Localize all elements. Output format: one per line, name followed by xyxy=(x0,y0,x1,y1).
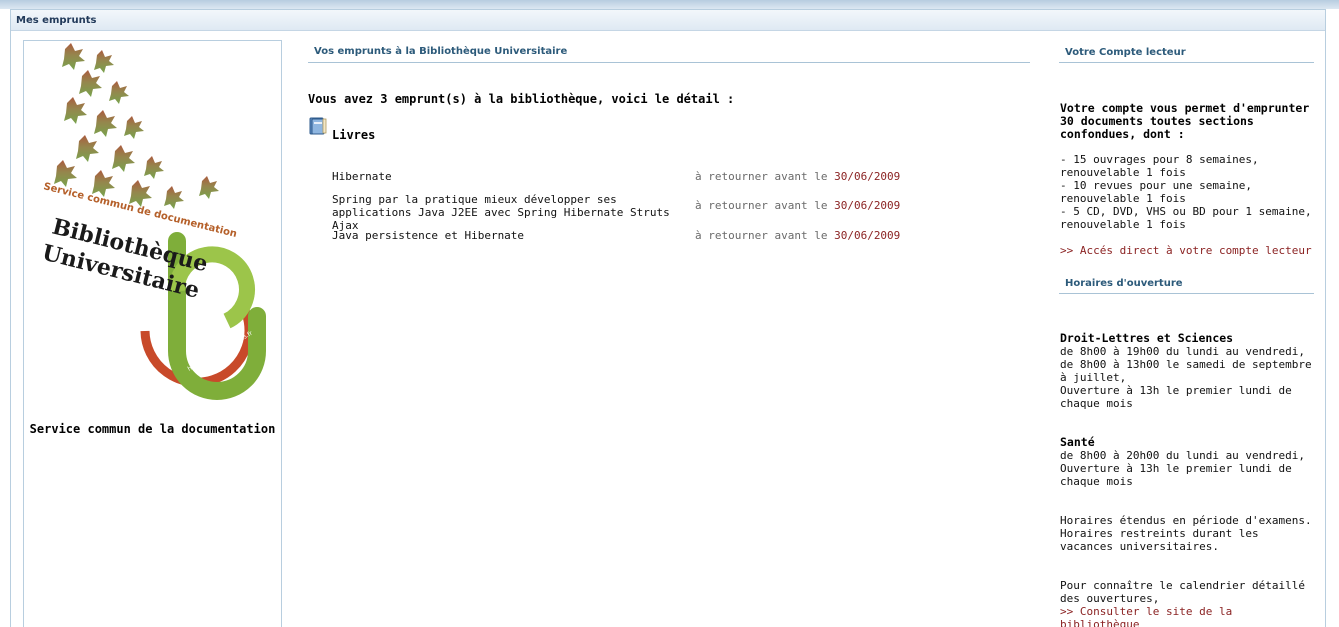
account-panel: Votre Compte lecteur Votre compte vous p… xyxy=(1059,40,1314,627)
loan-due-date: 30/06/2009 xyxy=(834,199,901,212)
hours-note: Horaires étendus en période d'examens. xyxy=(1060,514,1312,527)
loan-title: Hibernate xyxy=(332,170,392,183)
category-label: Livres xyxy=(332,128,376,142)
loan-due: à retourner avant le 30/06/2009 xyxy=(695,170,901,183)
loans-section-title: Vos emprunts à la Bibliothèque Universit… xyxy=(308,40,1030,63)
loans-panel: Vos emprunts à la Bibliothèque Universit… xyxy=(308,40,1030,242)
account-section-title: Votre Compte lecteur xyxy=(1059,40,1314,63)
hours-line: de 8h00 à 20h00 du lundi au vendredi, xyxy=(1060,449,1306,462)
calendar-text: Pour connaître le calendrier détaillé de… xyxy=(1060,579,1306,605)
account-rule: - 10 revues pour une semaine, renouvelab… xyxy=(1060,179,1253,205)
site-name-sante: Santé xyxy=(1060,435,1095,449)
loans-portlet: Mes emprunts Service commun de documenta… xyxy=(10,9,1326,627)
library-caption: Service commun de la documentation xyxy=(29,422,276,436)
book-icon xyxy=(309,117,327,135)
account-access-link[interactable]: >> Accés direct à votre compte lecteur xyxy=(1060,244,1314,257)
hours-line: de 8h00 à 19h00 du lundi au vendredi, xyxy=(1060,345,1306,358)
library-logo: Service commun de documentation Biblioth… xyxy=(27,41,279,413)
hours-line: Ouverture à 13h le premier lundi de chaq… xyxy=(1060,462,1292,488)
loan-title: Java persistence et Hibernate xyxy=(332,229,525,242)
loan-due-date: 30/06/2009 xyxy=(834,170,901,183)
site-name-droit: Droit-Lettres et Sciences xyxy=(1060,331,1234,345)
hours-section-title: Horaires d'ouverture xyxy=(1059,271,1314,294)
loan-due-date: 30/06/2009 xyxy=(834,229,901,242)
account-intro: Votre compte vous permet d'emprunter 30 … xyxy=(1060,101,1310,141)
loan-title: Spring par la pratique mieux développer … xyxy=(332,193,670,232)
library-site-link[interactable]: >> Consulter le site de la bibliothèque xyxy=(1060,605,1314,627)
top-banner xyxy=(0,0,1339,9)
hours-line: de 8h00 à 13h00 le samedi de septembre à… xyxy=(1060,358,1312,384)
account-rule: - 5 CD, DVD, VHS ou BD pour 1 semaine, r… xyxy=(1060,205,1312,231)
left-panel: Service commun de documentation Biblioth… xyxy=(23,40,282,627)
account-rule: - 15 ouvrages pour 8 semaines, renouvela… xyxy=(1060,153,1259,179)
hours-line: Ouverture à 13h le premier lundi de chaq… xyxy=(1060,384,1292,410)
loans-intro: Vous avez 3 emprunt(s) à la bibliothèque… xyxy=(308,92,735,106)
loan-due: à retourner avant le 30/06/2009 xyxy=(695,229,901,242)
loan-due: à retourner avant le 30/06/2009 xyxy=(695,199,901,212)
hours-note: Horaires restreints durant les vacances … xyxy=(1060,527,1259,553)
portlet-header: Mes emprunts xyxy=(11,10,1325,31)
portlet-title: Mes emprunts xyxy=(16,15,97,26)
